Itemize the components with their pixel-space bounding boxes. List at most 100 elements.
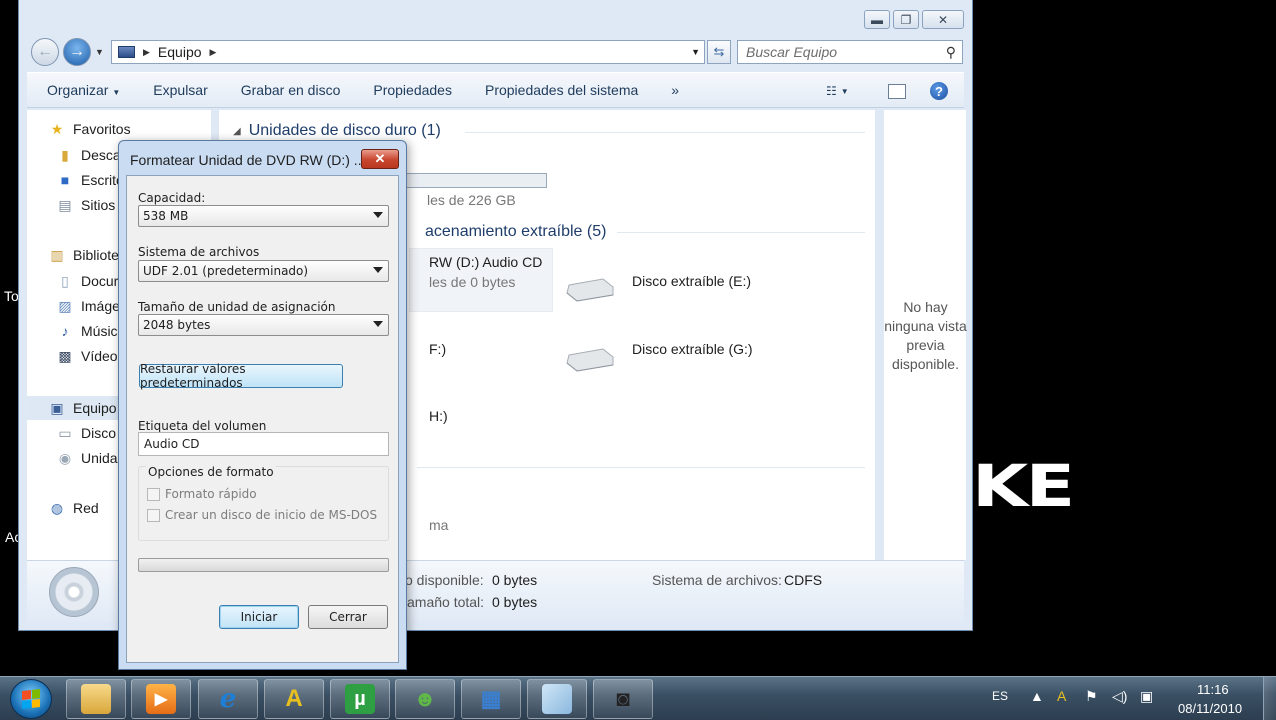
more-commands-button[interactable]: »	[671, 82, 679, 98]
search-icon[interactable]: ⚲	[946, 44, 956, 61]
group-header-removable[interactable]: acenamiento extraíble (5)	[425, 223, 606, 241]
nav-documents[interactable]: ▯ Docur	[57, 273, 118, 290]
free-space-value: 0 bytes	[492, 572, 538, 588]
change-view-button[interactable]: ☷ ▼	[826, 84, 866, 98]
refresh-button[interactable]: ⇆	[707, 40, 731, 64]
clock-date[interactable]: 08/11/2010	[1178, 701, 1242, 716]
internet-explorer-icon: e	[219, 684, 237, 714]
camera-icon: ◙	[616, 686, 630, 711]
removable-drive-icon[interactable]	[563, 275, 615, 303]
recent-pages-dropdown[interactable]: ▼	[95, 47, 104, 57]
checkbox[interactable]	[147, 508, 160, 522]
breadcrumb-computer[interactable]: Equipo	[158, 44, 202, 60]
taskbar-messenger-button[interactable]: ☻	[395, 679, 455, 719]
preview-pane: No hay ninguna vista previa disponible.	[883, 110, 967, 560]
nav-dvd-drive[interactable]: ◉ Unida	[57, 450, 118, 467]
taskbar-utorrent-button[interactable]: µ	[330, 679, 390, 719]
taskbar-notepad-button[interactable]	[527, 679, 587, 719]
show-hidden-icons-button[interactable]: ▲	[1030, 688, 1044, 704]
taskbar-media-player-button[interactable]: ▶	[131, 679, 191, 719]
removable-drive-icon[interactable]	[563, 345, 615, 373]
properties-button[interactable]: Propiedades	[373, 82, 452, 98]
volume-label-input[interactable]: Audio CD	[138, 432, 389, 456]
start-button[interactable]: Iniciar	[219, 605, 299, 629]
dvd-free-space: les de 0 bytes	[429, 274, 516, 290]
nav-local-disk[interactable]: ▭ Disco	[57, 425, 116, 442]
videos-icon: ▩	[58, 347, 72, 364]
clock-time[interactable]: 11:16	[1197, 682, 1229, 697]
nav-videos[interactable]: ▩ Vídeo	[57, 347, 117, 365]
eject-button[interactable]: Expulsar	[153, 82, 207, 98]
nav-recent-places[interactable]: ▤ Sitios	[57, 197, 115, 214]
taskbar-app-button[interactable]: A	[264, 679, 324, 719]
allocation-unit-select[interactable]: 2048 bytes	[138, 314, 389, 336]
msdos-startup-checkbox[interactable]: Crear un disco de inicio de MS-DOS	[147, 508, 377, 522]
system-properties-button[interactable]: Propiedades del sistema	[485, 82, 638, 98]
chevron-down-icon	[373, 212, 383, 218]
chevron-down-icon	[373, 321, 383, 327]
burn-button[interactable]: Grabar en disco	[241, 82, 341, 98]
toolbar-right: ☷ ▼ ?	[826, 73, 964, 109]
chevron-right-icon[interactable]: ▶	[143, 47, 150, 58]
show-desktop-button[interactable]	[1263, 677, 1276, 720]
taskbar-explorer-button[interactable]	[66, 679, 126, 719]
drive-name-f[interactable]: F:)	[429, 341, 446, 357]
dialog-body: Capacidad: 538 MB Sistema de archivos UD…	[126, 175, 399, 663]
close-icon: ✕	[374, 151, 386, 166]
dialog-close-button[interactable]: ✕	[361, 149, 399, 169]
command-bar: Organizar ▼ Expulsar Grabar en disco Pro…	[27, 72, 964, 108]
chevron-right-icon[interactable]: ▶	[210, 47, 217, 58]
computer-icon	[118, 46, 135, 58]
search-placeholder: Buscar Equipo	[746, 44, 838, 60]
taskbar-camera-button[interactable]: ◙	[593, 679, 653, 719]
windows-logo-icon	[22, 689, 40, 709]
drive-name-e[interactable]: Disco extraíble (E:)	[632, 273, 751, 289]
volume-icon[interactable]: ◁)	[1112, 688, 1127, 705]
nav-network[interactable]: ◍ Red	[49, 499, 99, 517]
language-indicator[interactable]: ES	[992, 689, 1008, 703]
volume-label-label: Etiqueta del volumen	[138, 419, 267, 433]
chevron-down-icon[interactable]: ▼	[691, 47, 700, 57]
file-system-select[interactable]: UDF 2.01 (predeterminado)	[138, 260, 389, 282]
taskbar-network-app-button[interactable]: ▦	[461, 679, 521, 719]
help-button[interactable]: ?	[930, 82, 948, 100]
arrow-left-icon: ←	[37, 43, 53, 60]
flag-icon[interactable]: ⚑	[1085, 688, 1098, 705]
checkbox[interactable]	[147, 487, 160, 501]
taskbar-ie-button[interactable]: e	[198, 679, 258, 719]
close-dialog-button[interactable]: Cerrar	[308, 605, 388, 629]
library-icon: ▥	[50, 246, 64, 263]
total-size-label: amaño total:	[407, 594, 485, 610]
desktop-logo: KE	[972, 452, 1075, 520]
capacity-select[interactable]: 538 MB	[138, 205, 389, 227]
group-header-hard-drives[interactable]: ◢ Unidades de disco duro (1)	[233, 122, 441, 140]
organize-menu[interactable]: Organizar ▼	[47, 82, 120, 98]
nav-desktop[interactable]: ■ Escrito	[57, 172, 124, 188]
file-system-label: Sistema de archivos	[138, 245, 260, 259]
network-status-icon[interactable]: ▣	[1140, 688, 1153, 705]
nav-libraries[interactable]: ▥ Bibliote	[49, 246, 119, 264]
nav-favorites[interactable]: ★ Favoritos	[49, 121, 131, 138]
nav-downloads[interactable]: ▮ Desca	[57, 147, 121, 164]
search-input[interactable]: Buscar Equipo ⚲	[737, 40, 963, 64]
other-item-name[interactable]: ma	[429, 517, 448, 533]
quick-format-checkbox[interactable]: Formato rápido	[147, 487, 257, 501]
back-button[interactable]: ←	[31, 38, 59, 66]
nav-pictures[interactable]: ▨ Imáge	[57, 298, 120, 315]
media-player-icon: ▶	[146, 684, 176, 714]
tray-app-icon[interactable]: A	[1057, 688, 1066, 704]
forward-button[interactable]: →	[63, 38, 91, 66]
refresh-icon: ⇆	[713, 44, 725, 59]
address-bar[interactable]: ▶ Equipo ▶ ▼	[111, 40, 705, 64]
start-button[interactable]	[10, 679, 52, 719]
drive-name-h[interactable]: H:)	[429, 408, 448, 424]
format-dialog: Formatear Unidad de DVD RW (D:) ... ✕ Ca…	[118, 140, 407, 670]
dvd-drive-name[interactable]: RW (D:) Audio CD	[429, 254, 542, 270]
notepad-icon	[542, 684, 572, 714]
network-icon: ◍	[50, 499, 64, 516]
drive-name-g[interactable]: Disco extraíble (G:)	[632, 341, 753, 357]
chevron-down-icon	[373, 267, 383, 273]
preview-pane-button[interactable]	[888, 83, 906, 99]
restore-defaults-button[interactable]: Restaurar valores predeterminados	[139, 362, 343, 390]
nav-music[interactable]: ♪ Músic	[57, 323, 118, 339]
